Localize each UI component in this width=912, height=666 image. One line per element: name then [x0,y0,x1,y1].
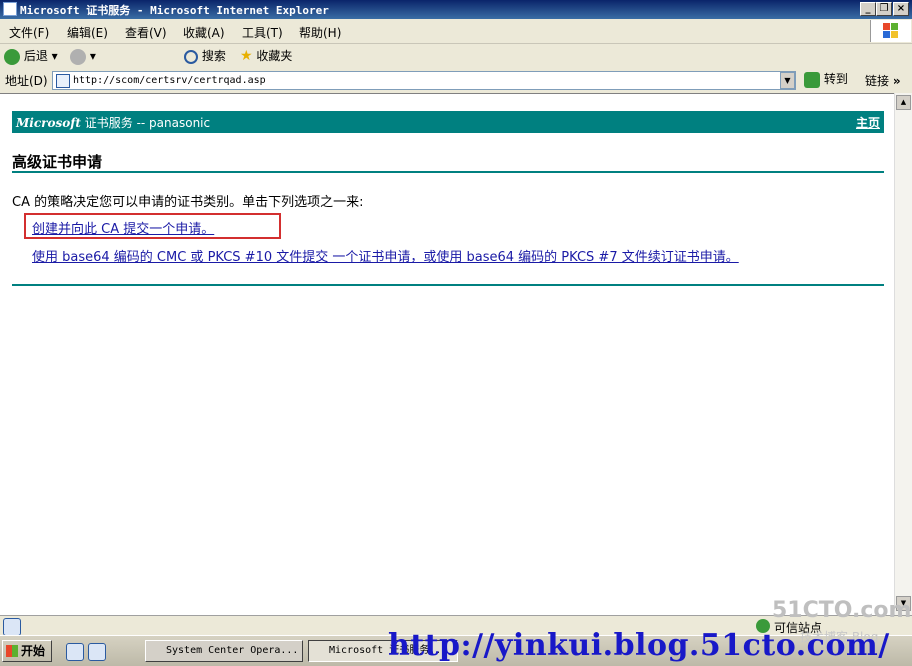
banner-brand: Microsoft [16,116,81,130]
search-label: 搜索 [201,49,226,63]
taskbar-item[interactable]: System Center Opera... [145,640,303,662]
menu-view[interactable]: 查看(V) [125,24,167,41]
site-watermark: 51CTO.com [772,598,912,623]
intro-text: CA 的策略决定您可以申请的证书类别。单击下列选项之一来: [12,195,364,210]
address-input[interactable]: http://scom/certsrv/certrqad.asp [52,71,796,90]
back-button[interactable]: 后退 ▾ [4,47,58,65]
ie-quicklaunch-icon[interactable] [66,643,84,661]
title-bar[interactable]: Microsoft 证书服务 - Microsoft Internet Expl… [0,0,912,19]
maximize-icon[interactable]: ❐ [876,2,892,16]
go-button[interactable]: 转到 [804,70,848,88]
page-icon [56,74,70,88]
submit-base64-request-link[interactable]: 使用 base64 编码的 CMC 或 PKCS #10 文件提交 一个证书申请… [32,246,739,265]
ie-status-icon [3,618,21,636]
menu-bar: 文件(F) 编辑(E) 查看(V) 收藏(A) 工具(T) 帮助(H) [0,19,912,44]
url-watermark: http://yinkui.blog.51cto.com/ [388,628,890,663]
menu-file[interactable]: 文件(F) [9,24,49,41]
close-icon[interactable]: × [893,2,909,16]
ie-icon [3,2,17,16]
minimize-icon[interactable]: _ [860,2,876,16]
banner-title: Microsoft 证书服务 -- panasonic [16,114,210,131]
windows-logo-icon [870,20,911,42]
back-label: 后退 [23,49,48,63]
window-title: Microsoft 证书服务 - Microsoft Internet Expl… [20,4,329,17]
page-banner: Microsoft 证书服务 -- panasonic 主页 [12,111,884,133]
forward-button[interactable]: ▾ [70,47,96,65]
favorites-label: 收藏夹 [256,49,293,63]
star-icon: ★ [240,48,253,64]
address-label: 地址(D) [5,74,48,88]
page-title: 高级证书申请 [12,153,103,171]
menu-edit[interactable]: 编辑(E) [67,24,108,41]
toolbar: 后退 ▾ ▾ 搜索 ★ 收藏夹 [0,44,912,110]
search-button[interactable]: 搜索 [184,47,226,65]
start-label: 开始 [21,644,46,658]
favorites-button[interactable]: ★ 收藏夹 [240,47,292,65]
back-arrow-icon [4,48,20,65]
address-dropdown-icon[interactable]: ▼ [780,72,795,89]
windows-flag-icon [6,645,18,657]
links-button[interactable]: 链接 » [865,72,901,89]
go-arrow-icon [804,71,820,88]
scroll-up-icon[interactable]: ▲ [896,95,911,110]
menu-tools[interactable]: 工具(T) [242,24,283,41]
home-link[interactable]: 主页 [856,114,880,131]
address-bar: 地址(D) http://scom/certsrv/certrqad.asp ▼… [0,69,912,94]
page-content: Microsoft 证书服务 -- panasonic 主页 高级证书申请 CA… [0,93,894,616]
create-request-link[interactable]: 创建并向此 CA 提交一个申请。 [32,218,214,237]
desktop-quicklaunch-icon[interactable] [88,643,106,661]
go-label: 转到 [823,72,848,86]
divider [12,284,884,286]
banner-subtitle: 证书服务 -- panasonic [80,116,211,130]
vertical-scrollbar[interactable]: ▲ ▼ [894,93,912,615]
menu-favorites[interactable]: 收藏(A) [183,24,225,41]
divider [12,171,884,173]
links-label: 链接 [865,74,890,88]
menu-help[interactable]: 帮助(H) [299,24,341,41]
start-button[interactable]: 开始 [2,640,52,662]
forward-arrow-icon [70,48,86,65]
search-icon [184,49,198,64]
